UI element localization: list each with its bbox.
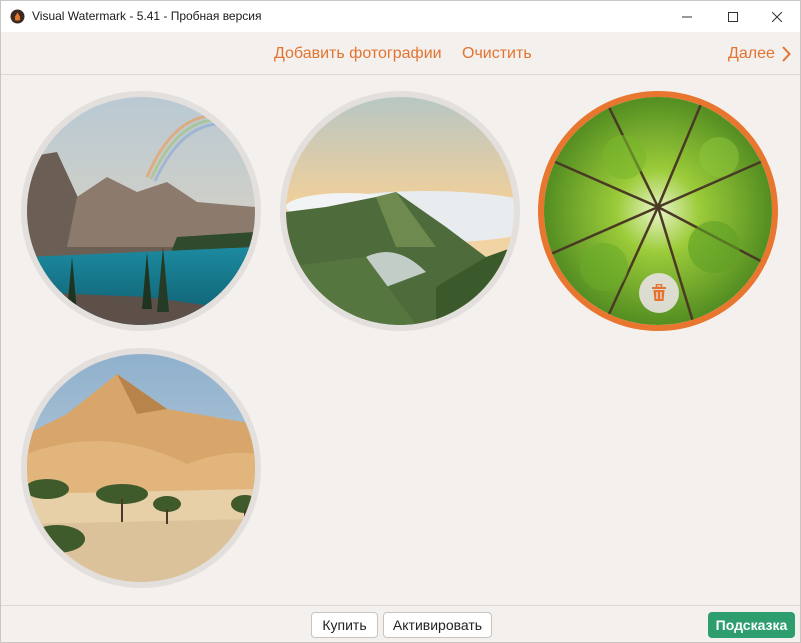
toolbar: Добавить фотографии Очистить Далее <box>1 32 800 75</box>
maximize-icon <box>728 11 738 22</box>
photo-thumbnail[interactable] <box>280 91 520 331</box>
buy-button[interactable]: Купить <box>311 612 378 638</box>
delete-photo-button[interactable] <box>639 273 679 313</box>
window-title: Visual Watermark - 5.41 - Пробная версия <box>32 9 262 23</box>
activate-button[interactable]: Активировать <box>383 612 492 638</box>
next-label: Далее <box>728 45 775 62</box>
close-icon <box>772 11 782 22</box>
app-logo-icon <box>10 9 25 24</box>
footer-bar: Купить Активировать Подсказка <box>1 605 800 643</box>
add-photos-link[interactable]: Добавить фотографии <box>274 45 442 63</box>
photo-gallery <box>1 75 800 605</box>
chevron-right-icon <box>782 46 791 62</box>
minimize-icon <box>682 16 692 17</box>
next-link[interactable]: Далее <box>728 45 791 63</box>
title-bar: Visual Watermark - 5.41 - Пробная версия <box>1 1 800 32</box>
close-button[interactable] <box>754 1 800 32</box>
photo-thumbnail[interactable] <box>21 91 261 331</box>
mountain-lake-image <box>27 97 255 325</box>
maximize-button[interactable] <box>710 1 756 32</box>
trash-icon <box>652 284 666 301</box>
green-hills-image <box>286 97 514 325</box>
clear-link[interactable]: Очистить <box>462 45 532 63</box>
desert-dunes-image <box>27 354 255 582</box>
hint-button[interactable]: Подсказка <box>708 612 795 638</box>
app-window: Visual Watermark - 5.41 - Пробная версия… <box>0 0 801 643</box>
minimize-button[interactable] <box>664 1 710 32</box>
photo-thumbnail[interactable] <box>21 348 261 588</box>
